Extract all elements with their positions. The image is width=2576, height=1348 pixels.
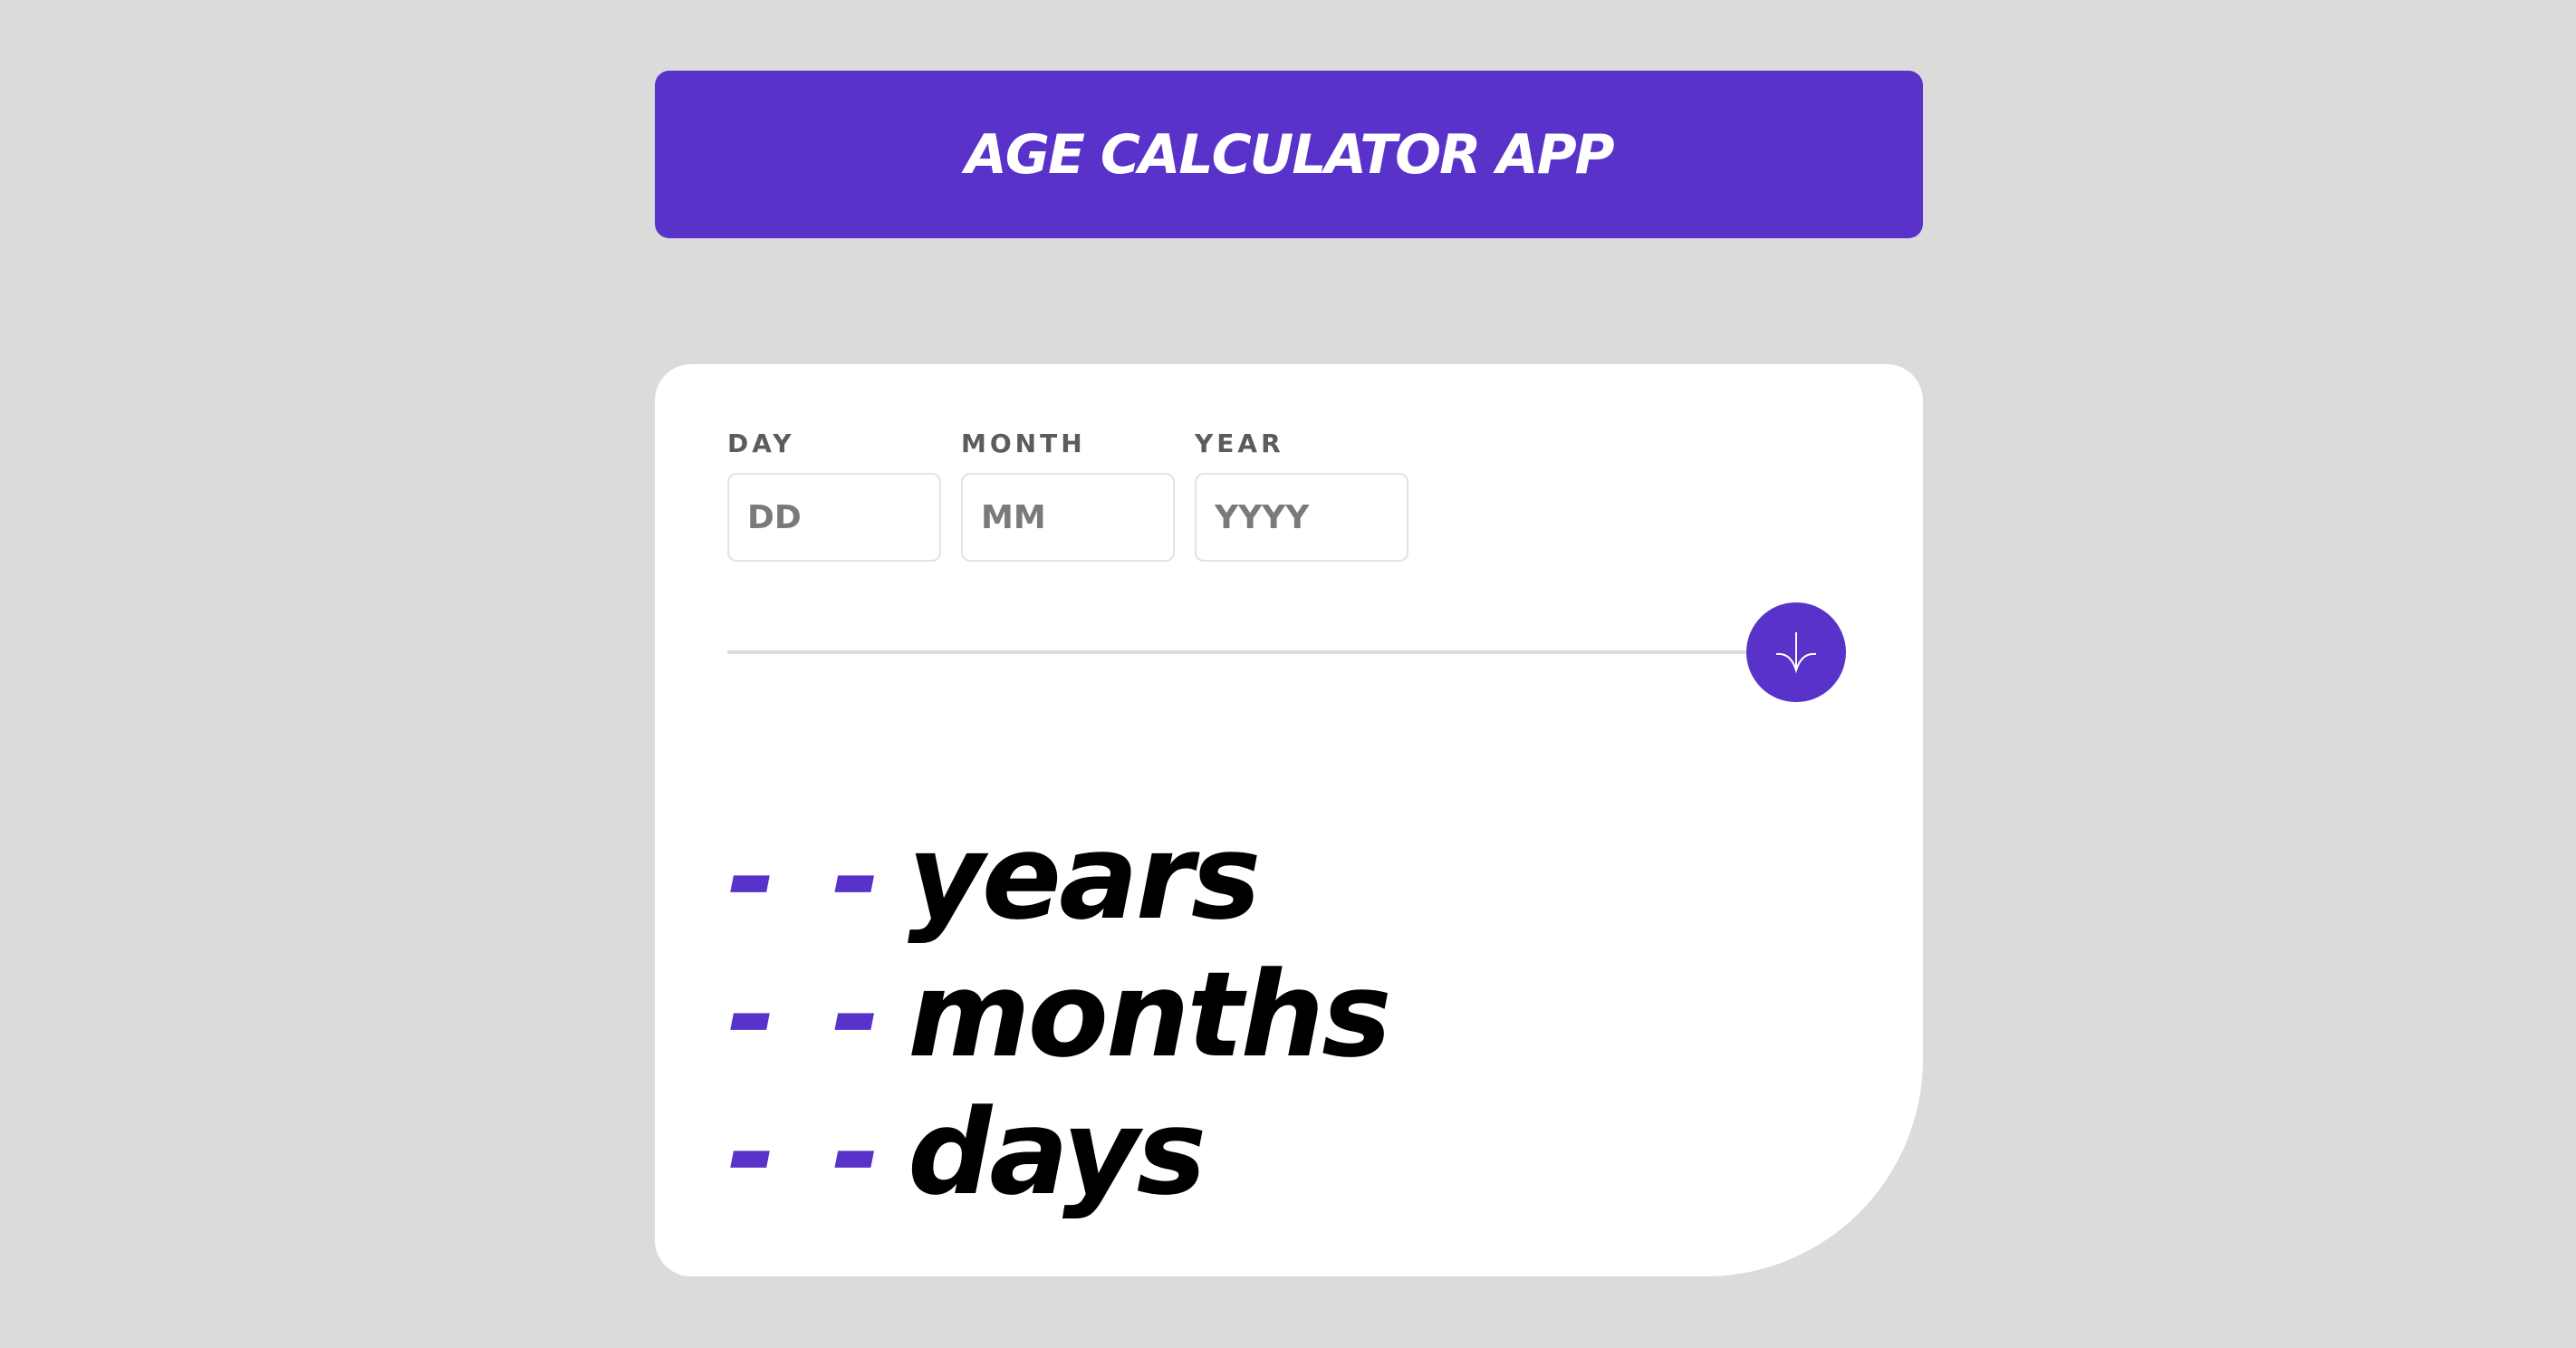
result-days: - - days [727,1083,1389,1221]
months-value: - - [727,946,889,1083]
years-value: - - [727,808,889,946]
years-unit: years [908,808,1261,946]
app-header: AGE CALCULATOR APP [655,71,1923,238]
divider [727,650,1792,654]
result-years: - - years [727,808,1389,946]
month-input[interactable] [961,473,1175,562]
days-value: - - [727,1083,889,1221]
result-months: - - months [727,946,1392,1083]
calculator-card: DAY MONTH YEAR - - years [655,364,1923,1276]
year-field-group: YEAR [1195,428,1408,562]
year-input[interactable] [1195,473,1408,562]
app-title: AGE CALCULATOR APP [965,122,1614,187]
date-fields: DAY MONTH YEAR [727,428,1408,562]
days-unit: days [908,1083,1206,1221]
months-unit: months [908,946,1391,1083]
year-label: YEAR [1195,428,1284,458]
submit-button[interactable] [1746,602,1846,702]
month-field-group: MONTH [961,428,1175,562]
arrow-down-icon [1775,632,1817,674]
results: - - years - - months - - days [727,808,1392,1221]
day-input[interactable] [727,473,941,562]
month-label: MONTH [961,428,1086,458]
day-label: DAY [727,428,795,458]
page: AGE CALCULATOR APP DAY MONTH YEAR [0,0,2576,1348]
day-field-group: DAY [727,428,941,562]
